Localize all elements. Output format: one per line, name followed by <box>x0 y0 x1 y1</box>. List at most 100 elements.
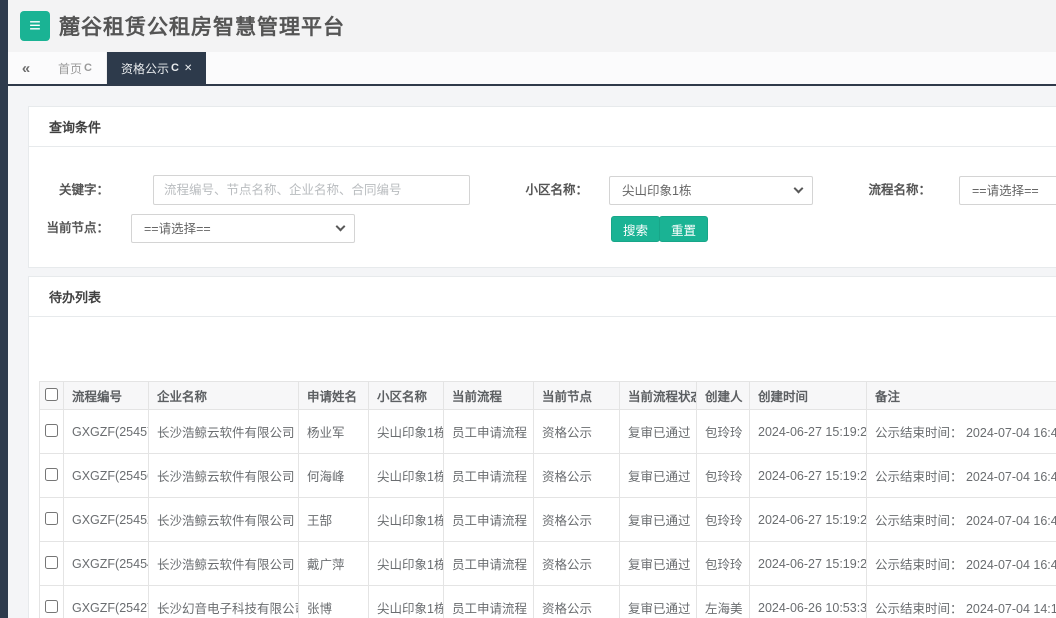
table-cell: 包玲玲 <box>696 497 750 542</box>
close-icon[interactable]: ✕ <box>184 63 192 74</box>
row-checkbox[interactable] <box>45 599 58 613</box>
table-cell: 公示结束时间： 2024-07-04 14:15:56 <box>866 585 1056 618</box>
row-checkbox[interactable] <box>45 423 58 437</box>
table-cell: 公示结束时间： 2024-07-04 16:44:27 <box>866 409 1056 454</box>
table-cell: 长沙幻音电子科技有限公司 <box>148 585 299 618</box>
table-cell: 资格公示 <box>533 541 620 586</box>
node-label: 当前节点： <box>46 221 109 235</box>
community-select[interactable]: 尖山印象1栋 <box>609 176 813 205</box>
table-cell: 员工申请流程 <box>443 409 534 454</box>
tab-home[interactable]: 首页 C <box>44 52 107 84</box>
column-header: 创建时间 <box>749 381 867 410</box>
table-cell: 2024-06-27 15:19:21 <box>749 541 867 586</box>
reset-button[interactable]: 重置 <box>659 216 709 242</box>
table-cell: GXGZF(25452) <box>63 497 149 542</box>
table-cell: 长沙浩鲸云软件有限公司 <box>148 497 299 542</box>
row-checkbox-cell <box>39 409 64 454</box>
row-checkbox[interactable] <box>45 467 58 481</box>
table-row: GXGZF(25456)长沙浩鲸云软件有限公司何海峰尖山印象1栋员工申请流程资格… <box>39 453 1056 498</box>
table-cell: 何海峰 <box>298 453 369 498</box>
table-cell: 复审已通过 <box>619 453 697 498</box>
collapsed-sidebar[interactable] <box>0 0 8 618</box>
table-cell: 左海美 <box>696 585 750 618</box>
community-select-wrap: 尖山印象1栋 <box>609 176 813 205</box>
row-checkbox-cell <box>39 541 64 586</box>
double-chevron-left-icon: « <box>21 59 31 77</box>
table-row: GXGZF(25457)长沙浩鲸云软件有限公司杨业军尖山印象1栋员工申请流程资格… <box>39 409 1056 454</box>
node-select-wrap: ==请选择== <box>131 214 355 243</box>
row-checkbox-cell <box>39 585 64 618</box>
table-cell: 尖山印象1栋 <box>368 497 444 542</box>
table-cell: 2024-06-26 10:53:39 <box>749 585 867 618</box>
node-select[interactable]: ==请选择== <box>131 214 355 243</box>
menu-toggle-button[interactable]: ≡ <box>20 11 50 41</box>
table-cell: 资格公示 <box>533 497 620 542</box>
refresh-icon[interactable]: C <box>171 62 179 74</box>
table-cell: 资格公示 <box>533 585 620 618</box>
table-row: GXGZF(25427)长沙幻音电子科技有限公司张博尖山印象1栋员工申请流程资格… <box>39 585 1056 618</box>
tab-qualification-publicity[interactable]: 资格公示 C ✕ <box>106 52 207 84</box>
community-label: 小区名称： <box>525 183 588 197</box>
process-select-wrap: ==请选择== <box>959 176 1056 205</box>
row-checkbox-cell <box>39 497 64 542</box>
column-header: 创建人 <box>696 381 750 410</box>
table-cell: GXGZF(25456) <box>63 453 149 498</box>
table-cell: GXGZF(25457) <box>63 409 149 454</box>
table-cell: 公示结束时间： 2024-07-04 16:44:15 <box>866 453 1056 498</box>
table-cell: 尖山印象1栋 <box>368 585 444 618</box>
table-header-row: 流程编号 企业名称 申请姓名 小区名称 当前流程 当前节点 当前流程状态 创建人 创建时间 备注 <box>39 381 1056 410</box>
table-cell: 公示结束时间： 2024-07-04 16:43:55 <box>866 497 1056 542</box>
select-all-cell <box>39 381 64 410</box>
table-cell: 2024-06-27 15:19:21 <box>749 497 867 542</box>
table-cell: 王郜 <box>298 497 369 542</box>
table-cell: 尖山印象1栋 <box>368 541 444 586</box>
table-cell: 资格公示 <box>533 453 620 498</box>
table-cell: 2024-06-27 15:19:21 <box>749 453 867 498</box>
tab-label: 资格公示 <box>120 61 169 76</box>
table-cell: 尖山印象1栋 <box>368 409 444 454</box>
table-row: GXGZF(25454)长沙浩鲸云软件有限公司戴广萍尖山印象1栋员工申请流程资格… <box>39 541 1056 586</box>
column-header: 流程编号 <box>63 381 149 410</box>
main-content: 查询条件 关键字： 小区名称： 尖山印象1栋 流程名称： ==请选择== 当前节… <box>8 88 1056 618</box>
table-cell: GXGZF(25427) <box>63 585 149 618</box>
table-cell: 长沙浩鲸云软件有限公司 <box>148 453 299 498</box>
table-cell: 包玲玲 <box>696 409 750 454</box>
column-header: 小区名称 <box>368 381 444 410</box>
refresh-icon[interactable]: C <box>84 62 92 74</box>
page-title: 麓谷租赁公租房智慧管理平台 <box>59 16 345 39</box>
keyword-input[interactable] <box>153 175 470 205</box>
table-cell: 员工申请流程 <box>443 541 534 586</box>
column-header: 备注 <box>866 381 1056 410</box>
table-row: GXGZF(25452)长沙浩鲸云软件有限公司王郜尖山印象1栋员工申请流程资格公… <box>39 497 1056 542</box>
table-cell: 包玲玲 <box>696 541 750 586</box>
select-all-checkbox[interactable] <box>45 387 58 401</box>
table-cell: 长沙浩鲸云软件有限公司 <box>148 541 299 586</box>
table-cell: 复审已通过 <box>619 585 697 618</box>
keyword-label: 关键字： <box>58 183 109 197</box>
tab-label: 首页 <box>58 61 83 76</box>
table-cell: 员工申请流程 <box>443 453 534 498</box>
table-cell: 员工申请流程 <box>443 497 534 542</box>
table-cell: 复审已通过 <box>619 409 697 454</box>
row-checkbox-cell <box>39 453 64 498</box>
tab-bar: « 首页 C 资格公示 C ✕ <box>8 52 1056 86</box>
column-header: 当前流程 <box>443 381 534 410</box>
todo-table: 流程编号 企业名称 申请姓名 小区名称 当前流程 当前节点 当前流程状态 创建人 创建时间 备注 … <box>39 381 1056 618</box>
hamburger-icon: ≡ <box>29 14 41 37</box>
todo-table-container: 流程编号 企业名称 申请姓名 小区名称 当前流程 当前节点 当前流程状态 创建人 创建时间 备注 … <box>29 317 1056 618</box>
table-cell: 长沙浩鲸云软件有限公司 <box>148 409 299 454</box>
table-cell: 包玲玲 <box>696 453 750 498</box>
table-cell: 尖山印象1栋 <box>368 453 444 498</box>
query-panel: 查询条件 关键字： 小区名称： 尖山印象1栋 流程名称： ==请选择== 当前节… <box>28 106 1056 268</box>
table-cell: 复审已通过 <box>619 497 697 542</box>
table-cell: 员工申请流程 <box>443 585 534 618</box>
app-header: ≡ 麓谷租赁公租房智慧管理平台 <box>8 0 1056 52</box>
column-header: 企业名称 <box>148 381 299 410</box>
row-checkbox[interactable] <box>45 511 58 525</box>
collapse-tabs-button[interactable]: « <box>8 52 44 84</box>
row-checkbox[interactable] <box>45 555 58 569</box>
process-label: 流程名称： <box>868 183 931 197</box>
process-select[interactable]: ==请选择== <box>959 176 1056 205</box>
search-button[interactable]: 搜索 <box>611 216 661 242</box>
todo-panel-title: 待办列表 <box>29 277 1056 317</box>
